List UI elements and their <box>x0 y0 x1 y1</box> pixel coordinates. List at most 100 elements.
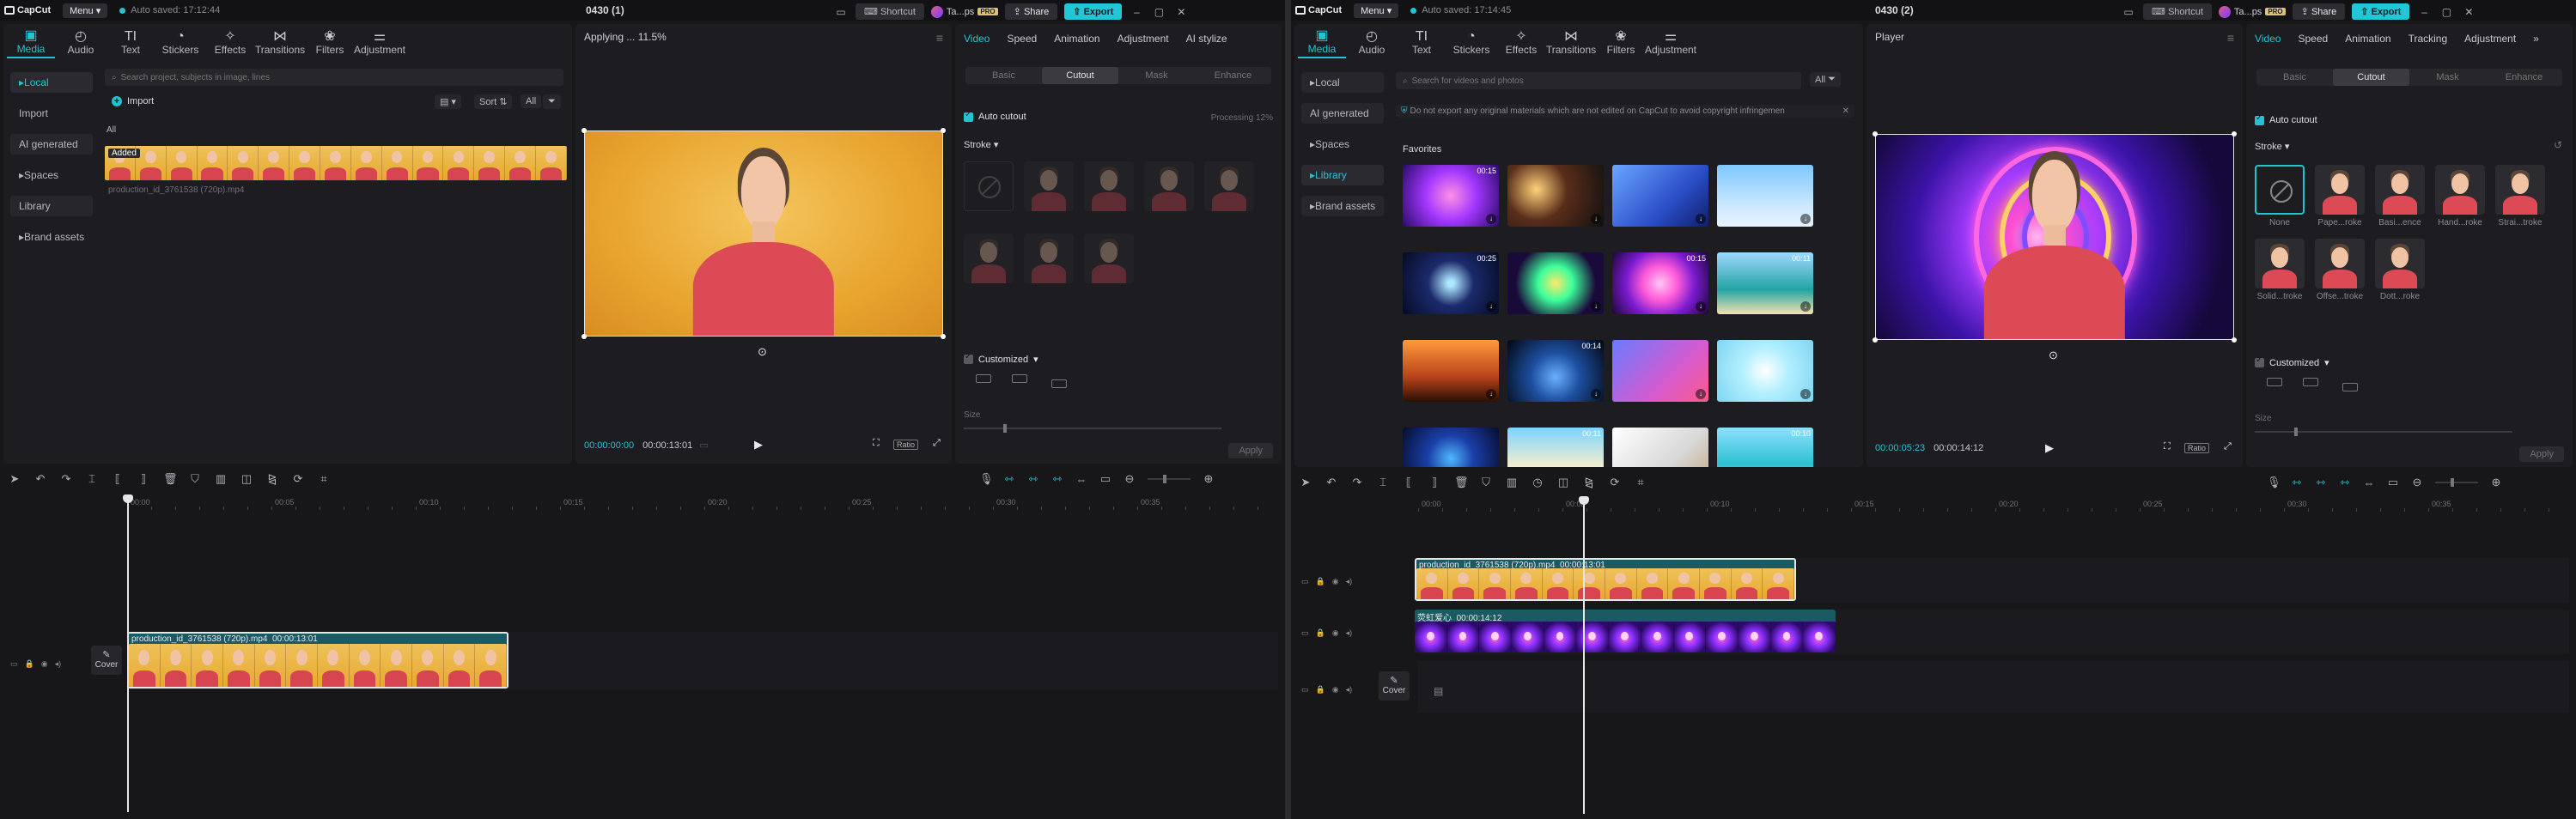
library-thumbnail[interactable]: ↓ <box>1507 165 1604 227</box>
select-icon[interactable]: ➤ <box>1300 476 1312 489</box>
preview-axis-icon[interactable]: ▭ <box>1099 472 1111 486</box>
library-thumbnail[interactable]: 00:10↓ <box>1717 428 1813 467</box>
menu-button[interactable]: Menu ▾ <box>1354 3 1399 18</box>
stroke-option[interactable] <box>1024 234 1074 283</box>
download-icon[interactable]: ↓ <box>1696 214 1706 224</box>
library-thumbnail[interactable]: ↓ <box>1403 340 1499 402</box>
close-icon[interactable]: ✕ <box>1173 6 1189 18</box>
cover-button[interactable]: ✎ Cover <box>91 646 122 675</box>
split-left-icon[interactable]: ⟦ <box>1403 476 1415 489</box>
snap-icon[interactable]: ⇿ <box>2339 476 2351 489</box>
color-swatch[interactable] <box>2303 378 2318 386</box>
maximize-icon[interactable]: ▢ <box>1151 6 1166 18</box>
fit-icon[interactable]: ⊕ <box>2490 476 2502 489</box>
crop-icon[interactable]: ⌗ <box>1635 476 1647 489</box>
tab-adjustment[interactable]: Adjustment <box>1109 33 1178 45</box>
media-search-input[interactable]: ⌕ Search project, subjects in image, line… <box>105 69 563 86</box>
video-clip[interactable]: production_id_3761538 (720p).mp4 00:00:1… <box>1415 558 1796 601</box>
lock-icon[interactable]: 🔒 <box>1316 577 1325 586</box>
play-icon[interactable]: ▶ <box>754 438 763 452</box>
tool-media[interactable]: ▣ Media <box>7 27 55 58</box>
tab-speed[interactable]: Speed <box>998 33 1045 45</box>
cover-button[interactable]: ✎ Cover <box>1379 671 1410 701</box>
tab-tracking[interactable]: Tracking <box>2400 33 2457 45</box>
stroke-none-option[interactable] <box>964 161 1014 211</box>
subtab-cutout[interactable]: Cutout <box>1042 67 1118 84</box>
subtab-mask[interactable]: Mask <box>1118 67 1195 84</box>
auto-cutout-checkbox[interactable]: Auto cutout <box>2255 113 2317 125</box>
subtab-cutout[interactable]: Cutout <box>2333 69 2409 86</box>
download-icon[interactable]: ↓ <box>1591 214 1601 224</box>
menu-button[interactable]: Menu ▾ <box>63 3 108 18</box>
effect-clip[interactable]: 荧虹爱心 00:00:14:12 <box>1415 610 1836 652</box>
delete-icon[interactable]: 🗑 <box>1454 476 1469 489</box>
tab-adjustment[interactable]: Adjustment <box>2456 33 2524 45</box>
nav-spaces[interactable]: ▸ Spaces <box>10 165 93 185</box>
preview-video[interactable] <box>584 130 943 337</box>
stroke-none-option[interactable] <box>2255 165 2305 215</box>
eye-icon[interactable]: ◉ <box>1332 628 1339 638</box>
time-ruler[interactable]: 00:00 00:05 00:10 00:15 00:20 00:25 00:30 00:35 <box>1418 498 2569 512</box>
zoom-knob[interactable] <box>2451 478 2454 487</box>
magnet-icon[interactable]: ⇿ <box>1027 472 1039 486</box>
link-icon[interactable]: ⇿ <box>1003 472 1015 486</box>
lock-icon[interactable]: 🔒 <box>25 659 34 669</box>
lock-icon[interactable]: 🔒 <box>1316 628 1325 638</box>
minimize-icon[interactable]: – <box>2416 6 2432 18</box>
apply-button[interactable]: Apply <box>2519 446 2564 462</box>
playhead[interactable] <box>1579 496 1589 814</box>
nav-import[interactable]: Import <box>10 103 93 124</box>
import-button[interactable]: + Import <box>112 96 154 106</box>
split-left-icon[interactable]: ⟦ <box>112 472 124 486</box>
stroke-offset-option[interactable] <box>2315 239 2365 288</box>
share-button[interactable]: ⇪ Share <box>2292 3 2346 20</box>
rotate-icon[interactable]: ⊙ <box>758 345 767 359</box>
tool-effects[interactable]: ✧ Effects <box>206 27 254 58</box>
shortcut-button[interactable]: ⌨ Shortcut <box>2143 3 2212 20</box>
customized-checkbox[interactable]: Customized ▾ <box>964 352 1038 365</box>
resize-handle[interactable] <box>941 334 946 339</box>
resize-handle[interactable] <box>1873 337 1878 343</box>
split-icon[interactable]: ⌶ <box>86 472 98 486</box>
tool-transitions[interactable]: ⋈ Transitions <box>1546 27 1596 58</box>
nav-ai-generated[interactable]: AI generated <box>10 134 93 155</box>
tool-stickers[interactable]: ◔ Stickers <box>156 27 204 58</box>
eye-icon[interactable]: ◉ <box>41 659 48 669</box>
media-item-thumbnail[interactable] <box>105 146 567 180</box>
resize-handle[interactable] <box>2232 131 2237 136</box>
split-right-icon[interactable]: ⟧ <box>1428 476 1440 489</box>
nav-spaces[interactable]: ▸ Spaces <box>1301 134 1384 155</box>
tool-transitions[interactable]: ⋈ Transitions <box>255 27 305 58</box>
link-icon[interactable]: ⇿ <box>2291 476 2303 489</box>
stroke-option[interactable] <box>1144 161 1194 211</box>
download-icon[interactable]: ↓ <box>1696 301 1706 312</box>
maximize-icon[interactable]: ▢ <box>2439 6 2454 18</box>
freeze-icon[interactable]: ▥ <box>215 472 227 486</box>
tool-media[interactable]: ▣ Media <box>1298 27 1346 58</box>
rotate-icon[interactable]: ⟳ <box>1609 476 1621 489</box>
apply-button[interactable]: Apply <box>1228 443 1273 458</box>
color-swatch[interactable] <box>1051 379 1067 388</box>
tool-audio[interactable]: ◴ Audio <box>1348 27 1396 58</box>
track-lock-icon[interactable]: ▭ <box>1301 685 1309 695</box>
resize-handle[interactable] <box>941 128 946 133</box>
tool-text[interactable]: TI Text <box>1398 27 1446 58</box>
nav-local[interactable]: ▸ Local <box>10 72 93 93</box>
reset-icon[interactable]: ↺ <box>2554 139 2562 151</box>
filter-all-button[interactable]: All ⏷ <box>1810 72 1842 87</box>
fullscreen-fit-icon[interactable]: ⛶ <box>2164 441 2171 452</box>
zoom-slider[interactable] <box>2435 478 2478 487</box>
export-button[interactable]: ⇧ Export <box>1064 3 1123 20</box>
zoom-slider[interactable] <box>1148 475 1191 483</box>
nav-ai-generated[interactable]: AI generated <box>1301 103 1384 124</box>
zoom-out-icon[interactable]: ⊖ <box>2411 476 2423 489</box>
tab-video[interactable]: Video <box>955 33 998 45</box>
download-icon[interactable]: ↓ <box>1800 389 1811 399</box>
reverse-icon[interactable]: ◫ <box>1557 476 1569 489</box>
stroke-solid-option[interactable] <box>2255 239 2305 288</box>
eye-icon[interactable]: ◉ <box>1332 577 1339 586</box>
nav-library[interactable]: ▸ Library <box>1301 165 1384 185</box>
library-thumbnail[interactable]: 00:14 ↓ <box>1507 340 1604 402</box>
track-lock-icon[interactable]: ▭ <box>1301 577 1309 586</box>
nav-brand-assets[interactable]: ▸ Brand assets <box>10 227 93 247</box>
